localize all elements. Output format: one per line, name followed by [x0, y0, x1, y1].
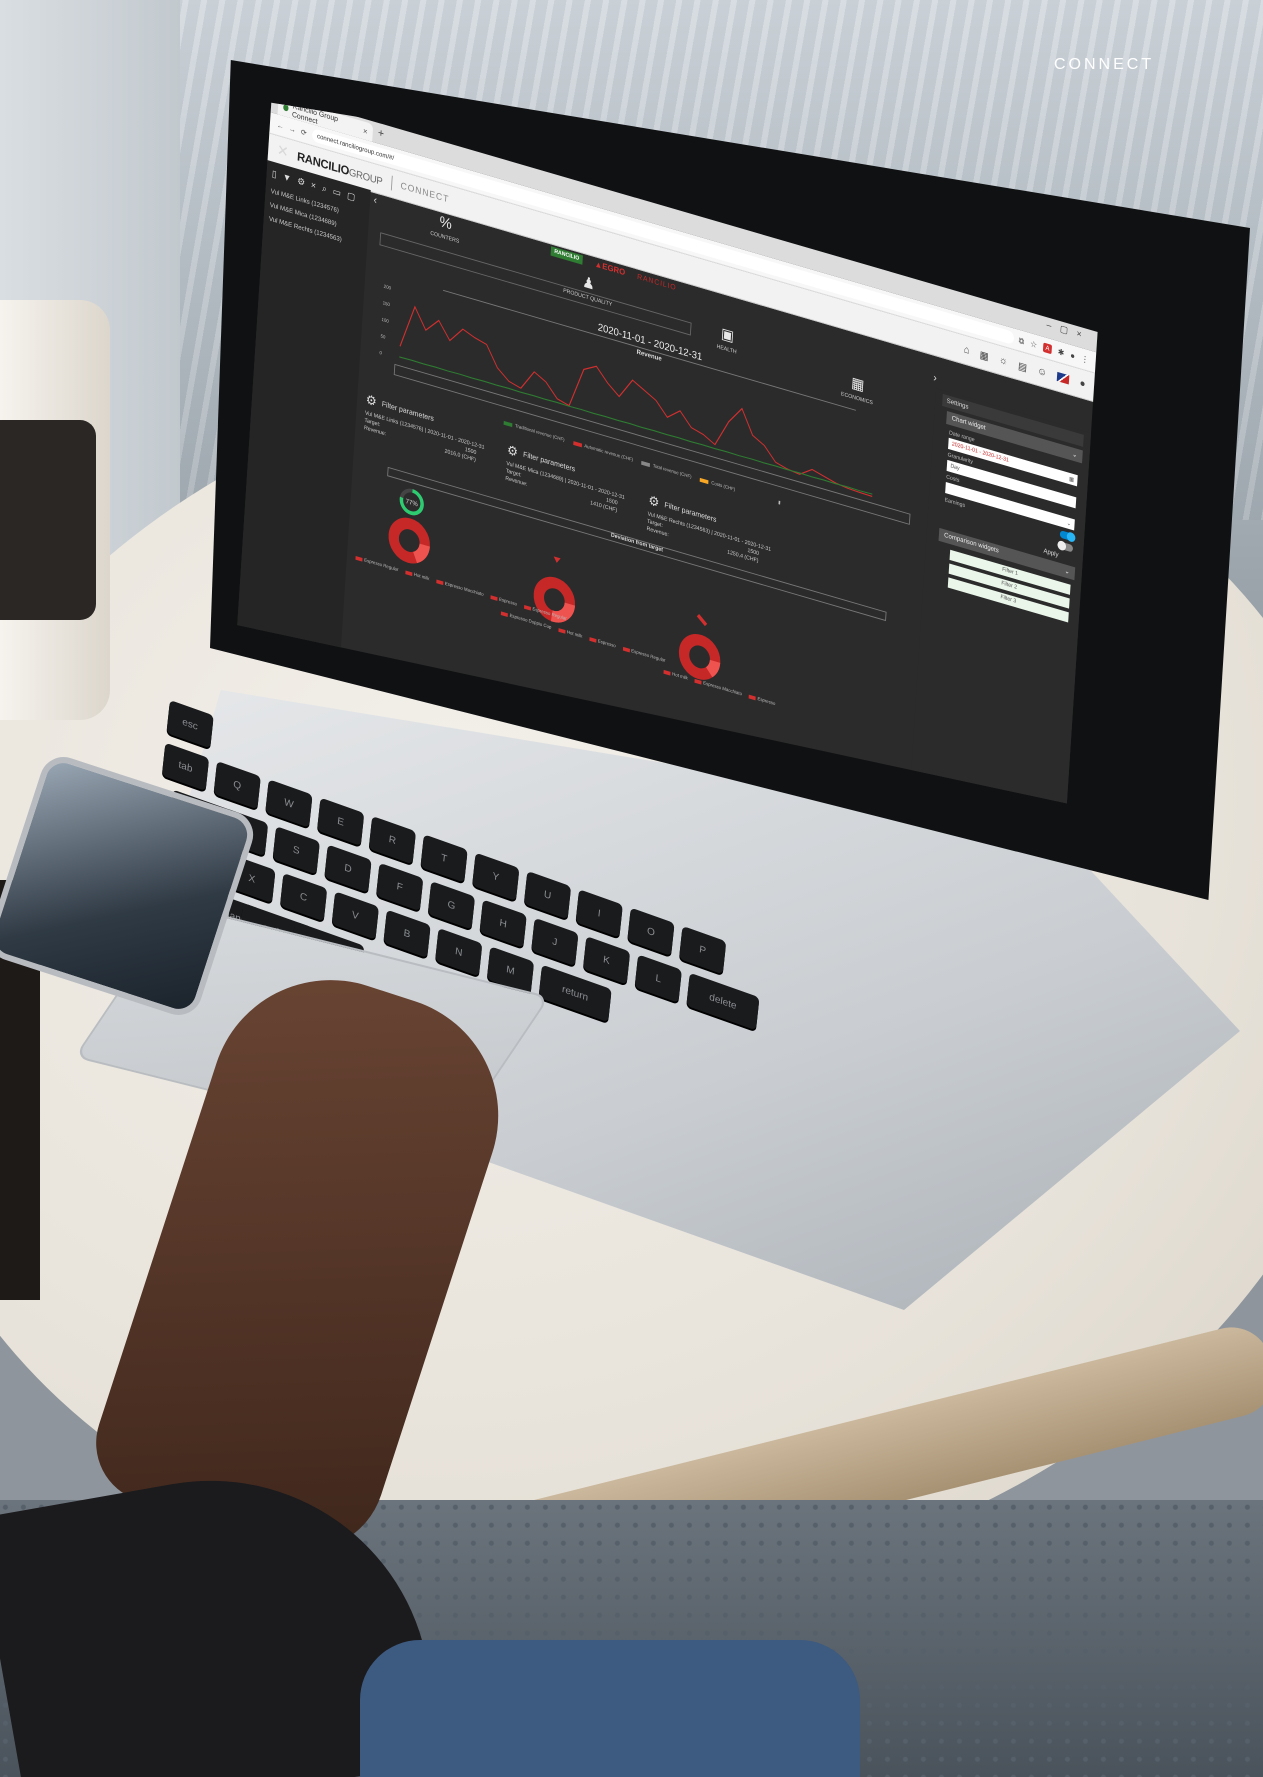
uk-flag-icon[interactable] [1057, 371, 1070, 385]
gear-icon[interactable]: ⚙ [648, 492, 660, 511]
user-icon[interactable]: ☺ [1037, 365, 1047, 379]
keyboard-key[interactable]: I [575, 889, 623, 938]
keyboard-key[interactable]: G [427, 881, 476, 930]
tab-label: HEALTH [716, 344, 737, 356]
keyboard-key[interactable]: P [678, 925, 727, 975]
star-icon[interactable]: ☆ [1030, 338, 1038, 350]
reload-icon[interactable]: ⟳ [301, 127, 307, 137]
forward-icon[interactable]: → [289, 124, 296, 134]
machine-list-panel: ▯ ▼ ⚙ × ⌕ ▭ ▢ Vul M&E Links (1234576) Vu… [234, 160, 378, 693]
acrobat-icon[interactable]: A [1042, 342, 1053, 355]
gauge-label: 77% [405, 498, 418, 509]
filter-icon[interactable]: ▼ [282, 172, 291, 185]
y-tick-label: 200 [383, 283, 392, 292]
keyboard-key[interactable]: L [634, 954, 682, 1003]
keyboard-key[interactable]: S [272, 826, 320, 875]
tab-health[interactable]: ▣ HEALTH [716, 323, 738, 356]
bulb-icon[interactable]: ☼ [999, 354, 1008, 368]
close-icon[interactable]: × [311, 180, 317, 192]
keyboard-key[interactable]: O [627, 907, 675, 957]
tab-counters[interactable]: % COUNTERS [430, 212, 461, 245]
y-tick-label: 100 [381, 317, 389, 325]
account-icon[interactable]: ● [1079, 378, 1085, 391]
keyboard-key[interactable]: B [383, 909, 431, 959]
collapse-panel-icon[interactable]: ‹ [373, 193, 377, 207]
coffee-cup-sleeve [0, 420, 96, 620]
save-icon[interactable]: ▮ [778, 500, 781, 506]
percent-icon: % [439, 213, 453, 234]
machine-icon: ▣ [720, 325, 735, 346]
keyboard-key[interactable]: R [368, 815, 417, 865]
keyboard-key[interactable]: Y [472, 852, 520, 902]
search-icon[interactable]: ⌕ [322, 183, 327, 195]
gear-icon[interactable]: ⚙ [507, 442, 519, 461]
export-icon[interactable]: ▢ [347, 191, 356, 203]
keyboard-key[interactable]: E [316, 797, 365, 847]
chevron-down-icon: ⌄ [1071, 451, 1078, 460]
keyboard-key[interactable]: Q [213, 760, 261, 810]
home-icon[interactable]: ⌂ [963, 344, 969, 357]
wrench-icon[interactable]: ⚙ [297, 176, 305, 188]
keyboard-key[interactable]: tab [161, 742, 210, 792]
keyboard-icon[interactable]: ▤ [1018, 359, 1028, 374]
document-icon[interactable]: ▯ [272, 169, 277, 180]
back-icon[interactable]: ← [277, 120, 284, 130]
menu-icon[interactable]: ⋮ [1081, 353, 1089, 365]
page-caption: CONNECT [1054, 56, 1155, 73]
keyboard-key[interactable]: F [376, 862, 424, 912]
new-tab-icon[interactable]: + [378, 126, 385, 141]
chevron-down-icon: ⌄ [1064, 568, 1070, 576]
y-tick-label: 50 [380, 333, 386, 341]
gear-icon[interactable]: ⚙ [365, 391, 377, 410]
deviation-marker-icon [553, 556, 561, 563]
earnings-toggle[interactable] [1059, 530, 1074, 542]
rancilio-logo-icon: ✕ [276, 142, 290, 162]
keyboard-key[interactable]: H [479, 899, 527, 948]
cast-icon[interactable]: ⧉ [1018, 335, 1024, 347]
folder-icon[interactable]: ▭ [333, 187, 342, 199]
close-icon[interactable]: × [363, 126, 368, 137]
window-controls[interactable]: –▢× [1046, 320, 1090, 343]
grid-icon[interactable]: ▦ [979, 348, 989, 363]
keyboard-key[interactable]: C [279, 872, 328, 922]
puzzle-icon[interactable]: ✱ [1057, 346, 1065, 358]
tab-label: COUNTERS [430, 230, 460, 245]
keyboard-key[interactable]: W [265, 779, 313, 828]
keyboard-key[interactable]: J [531, 917, 579, 967]
profile-icon[interactable]: ● [1070, 350, 1075, 361]
keyboard-key[interactable]: K [582, 936, 631, 985]
keyboard-key[interactable]: delete [686, 972, 760, 1031]
chevron-down-icon: ⌄ [1066, 520, 1072, 528]
jeans [360, 1640, 860, 1777]
brand-separator [390, 175, 393, 191]
keyboard-key[interactable]: T [420, 834, 468, 883]
keyboard-key[interactable]: U [523, 870, 572, 920]
photo-scene: esctabQWERTYUIOPcaps lockASDFGHJKLdelete… [0, 0, 1263, 1777]
y-tick-label: 0 [379, 350, 382, 357]
keyboard-key[interactable]: D [324, 844, 372, 893]
calculator-icon: ▦ [850, 374, 865, 395]
keyboard-key[interactable]: V [331, 891, 379, 940]
chevron-right-icon[interactable]: › [933, 371, 937, 385]
y-tick-label: 150 [382, 300, 391, 309]
costs-toggle[interactable] [1058, 541, 1074, 553]
deviation-marker-icon [696, 614, 708, 627]
calendar-icon: ▦ [1068, 476, 1075, 484]
